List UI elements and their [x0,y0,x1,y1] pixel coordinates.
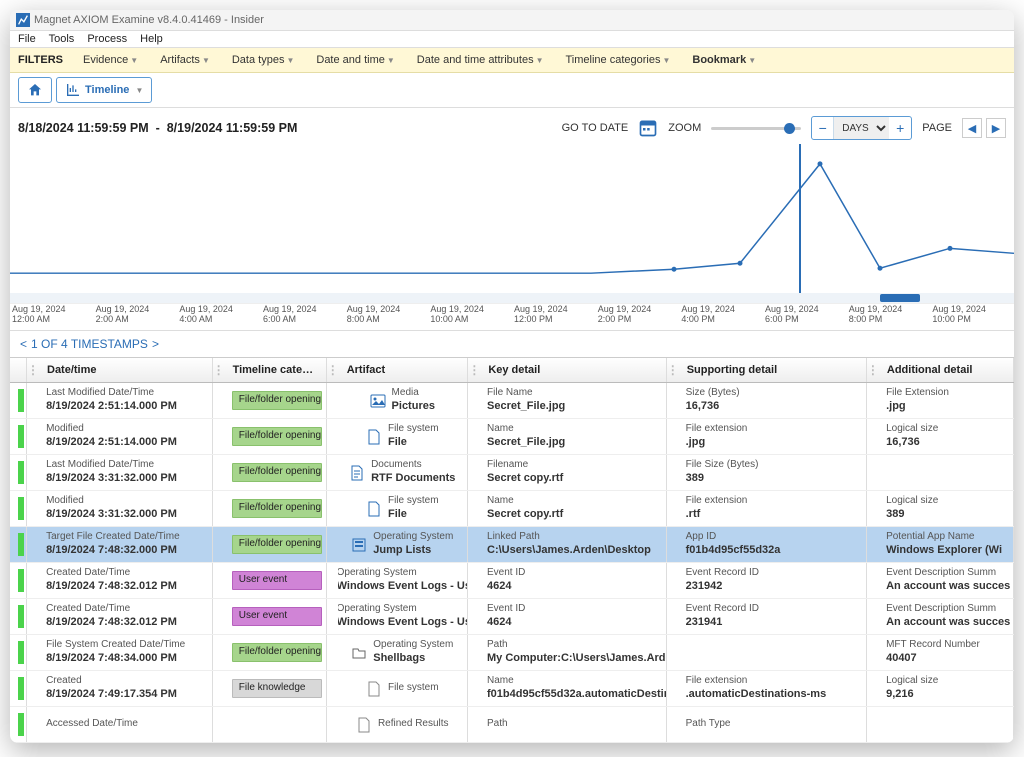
goto-date-label: GO TO DATE [562,122,629,134]
category-tag: File/folder opening [232,643,322,662]
table-row[interactable]: Last Modified Date/Time8/19/2024 3:31:32… [10,455,1014,491]
table-body: Last Modified Date/Time8/19/2024 2:51:14… [10,383,1014,743]
category-tag: File/folder opening [232,463,322,482]
column-grip[interactable]: ⋮ [213,358,225,382]
timestamp-pager: < 1 OF 4 TIMESTAMPS > [10,331,1014,357]
col-keydetail[interactable]: Key detail [480,358,666,382]
chart-icon [65,82,81,98]
filter-datetime[interactable]: Date and time▼ [316,54,394,66]
row-marker [18,389,24,412]
menu-file[interactable]: File [18,33,36,45]
category-tag: File/folder opening [232,535,322,554]
table-row[interactable]: Modified8/19/2024 3:31:32.000 PM File/fo… [10,491,1014,527]
artifact-icon [366,501,382,517]
filter-datetime-attrs[interactable]: Date and time attributes▼ [417,54,544,66]
row-marker [18,497,24,520]
zoom-out-button[interactable]: − [812,117,834,139]
zoom-in-button[interactable]: + [889,117,911,139]
category-tag: User event [232,607,322,626]
page-prev-button[interactable]: ◀ [962,118,982,138]
menu-process[interactable]: Process [87,33,127,45]
menu-tools[interactable]: Tools [49,33,75,45]
table-row[interactable]: Target File Created Date/Time8/19/2024 7… [10,527,1014,563]
filter-bookmark[interactable]: Bookmark▼ [692,54,756,66]
filters-label: FILTERS [18,54,63,66]
row-marker [18,677,24,700]
row-marker [18,605,24,628]
column-grip[interactable]: ⋮ [468,358,480,382]
col-artifact[interactable]: Artifact [339,358,469,382]
row-marker [18,461,24,484]
artifact-icon [370,393,386,409]
home-icon [27,82,43,98]
home-button[interactable] [18,77,52,103]
row-marker [18,641,24,664]
filter-timeline-cats[interactable]: Timeline categories▼ [566,54,671,66]
category-tag: User event [232,571,322,590]
artifact-icon [351,537,367,553]
menu-help[interactable]: Help [140,33,163,45]
app-icon [16,13,30,27]
category-tag: File/folder opening [232,391,322,410]
menubar: File Tools Process Help [10,31,1014,48]
column-grip[interactable]: ⋮ [867,358,879,382]
category-tag: File knowledge [232,679,322,698]
column-grip[interactable]: ⋮ [667,358,679,382]
col-additional[interactable]: Additional detail [879,358,1014,382]
zoom-unit-select[interactable]: DAYS [834,117,889,139]
artifact-icon [349,465,365,481]
column-grip[interactable]: ⋮ [27,358,39,382]
chart-line [10,164,1014,273]
table-row[interactable]: Modified8/19/2024 2:51:14.000 PM File/fo… [10,419,1014,455]
table-row[interactable]: File System Created Date/Time8/19/2024 7… [10,635,1014,671]
ts-prev-button[interactable]: < [20,337,27,351]
view-toolbar: Timeline▼ [10,73,1014,108]
titlebar: Magnet AXIOM Examine v8.4.0.41469 - Insi… [10,10,1014,31]
filter-datatypes[interactable]: Data types▼ [232,54,295,66]
table-row[interactable]: Created Date/Time8/19/2024 7:48:32.012 P… [10,599,1014,635]
date-range: 8/18/2024 11:59:59 PM - 8/19/2024 11:59:… [18,121,297,135]
ts-count: 1 OF 4 TIMESTAMPS [31,337,148,351]
table-row[interactable]: Accessed Date/Time Refined Results Path … [10,707,1014,743]
col-datetime[interactable]: Date/time [39,358,213,382]
artifact-icon [366,681,382,697]
col-supporting[interactable]: Supporting detail [679,358,867,382]
filter-evidence[interactable]: Evidence▼ [83,54,138,66]
category-tag: File/folder opening [232,499,322,518]
chart-scrollbar[interactable] [10,293,1014,303]
calendar-icon[interactable] [638,118,658,138]
filters-bar: FILTERS Evidence▼ Artifacts▼ Data types▼… [10,48,1014,73]
page-next-button[interactable]: ▶ [986,118,1006,138]
column-grip[interactable]: ⋮ [327,358,339,382]
zoom-label: ZOOM [668,122,701,134]
ts-next-button[interactable]: > [152,337,159,351]
col-category[interactable]: Timeline category [225,358,327,382]
timeline-chart[interactable] [10,144,1014,304]
artifact-icon [351,645,367,661]
zoom-slider[interactable] [711,127,801,130]
artifact-icon [356,717,372,733]
row-marker [18,425,24,448]
category-tag: File/folder opening [232,427,322,446]
row-marker [18,713,24,736]
table-row[interactable]: Created Date/Time8/19/2024 7:48:32.012 P… [10,563,1014,599]
artifact-icon [366,429,382,445]
page-label: PAGE [922,122,952,134]
table-row[interactable]: Last Modified Date/Time8/19/2024 2:51:14… [10,383,1014,419]
table-header: ⋮ Date/time ⋮ Timeline category ⋮ Artifa… [10,357,1014,383]
table-row[interactable]: Created8/19/2024 7:49:17.354 PM File kno… [10,671,1014,707]
timeline-button[interactable]: Timeline▼ [56,77,152,103]
row-marker [18,533,24,556]
chart-xaxis: Aug 19, 202412:00 AMAug 19, 20242:00 AMA… [10,304,1014,331]
row-marker [18,569,24,592]
filter-artifacts[interactable]: Artifacts▼ [160,54,210,66]
